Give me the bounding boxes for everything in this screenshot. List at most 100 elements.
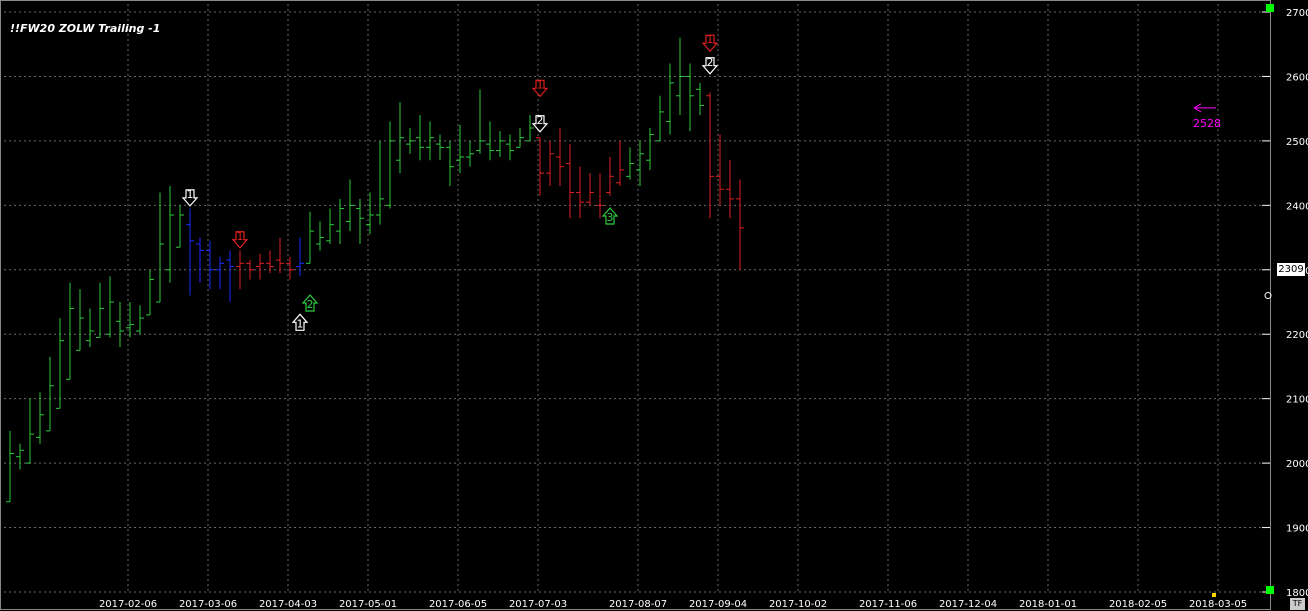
ohlc-bar [156,192,164,303]
y-tick-label: 2200 [1286,330,1308,341]
ohlc-bar [376,140,384,225]
sell-arrow-icon: 1 [181,188,199,207]
signal-number: 2 [307,298,314,311]
ohlc-bar [626,147,634,180]
sell-arrow-icon: 2 [701,56,719,75]
ohlc-bar [506,134,514,161]
ohlc-bar [26,398,34,464]
ohlc-bar [536,137,544,196]
ohlc-bar [526,115,534,142]
chart-title: !!FW20 ZOLW Trailing -1 [10,22,161,35]
sell-arrow-icon: 1 [531,78,549,98]
signal-number: 1 [187,188,194,201]
ohlc-bar [306,211,314,264]
ohlc-bar [236,250,244,290]
ohlc-bar [6,430,14,503]
ohlc-bar [266,250,274,273]
ohlc-bar [736,179,744,270]
price-chart[interactable]: 111212312 180019002000210022002300240025… [0,0,1308,611]
ohlc-bar [416,115,424,161]
ohlc-bar [716,134,724,206]
ohlc-bar [726,160,734,219]
ohlc-bar [426,121,434,161]
stop-level-label: 2528 [1193,117,1221,130]
plot-frame [0,0,1271,610]
trailing-stop-marker: 2528 [1193,103,1221,130]
ohlc-bar [286,256,294,280]
ohlc-bar [596,173,604,219]
ohlc-bar [606,157,614,196]
ohlc-bar [256,253,264,280]
ohlc-bar [476,89,484,154]
ohlc-bar [486,121,494,161]
signal-number: 2 [707,56,714,69]
ohlc-bar [196,237,204,283]
x-tick-label: 2018-02-05 [1109,599,1167,610]
grid-lines [4,4,1262,593]
x-tick-label: 2017-04-03 [259,599,317,610]
buy-arrow-icon: 2 [301,294,319,312]
signal-number: 1 [537,78,544,91]
x-tick-label: 2017-03-06 [179,599,237,610]
y-tick-label: 2500 [1286,137,1308,148]
ohlc-bar [366,192,374,235]
scroll-bottom-handle[interactable] [1266,586,1274,594]
ohlc-bar [446,140,454,186]
ohlc-bar [456,124,464,174]
ohlc-bar [146,269,154,316]
ohlc-bar [406,128,414,154]
ohlc-bar [66,282,74,380]
ohlc-bar [186,208,194,296]
ohlc-bar [346,179,354,232]
x-tick-label: 2018-01-01 [1019,599,1077,610]
chart-window: 111212312 180019002000210022002300240025… [0,0,1308,611]
ohlc-bar [176,205,184,248]
y-tick-label: 2100 [1286,395,1308,406]
ohlc-bar [166,186,174,283]
ohlc-bar [76,289,84,351]
y-tick-label: 2400 [1286,201,1308,212]
ohlc-bar [696,82,704,116]
x-tick-label: 2017-12-04 [939,599,997,610]
timeframe-button[interactable]: TF [1290,598,1305,610]
ohlc-bar [616,140,624,186]
buy-arrow-icon: 3 [601,207,619,225]
ohlc-bar [96,282,104,338]
ohlc-bar [106,276,114,338]
ohlc-bar [466,140,474,167]
x-tick-label: 2017-10-02 [769,599,827,610]
signal-number: 2 [537,114,544,127]
x-axis: 2017-02-06 2017-03-06 2017-04-03 2017-05-01… [99,599,1247,610]
scroll-top-handle[interactable] [1266,4,1274,12]
signal-number: 1 [237,230,244,243]
ohlc-bar [646,128,654,170]
x-tick-label: 2017-06-05 [429,599,487,610]
last-price-label: 2309 [1277,263,1305,276]
ohlc-bar [686,63,694,132]
ohlc-bar [386,121,394,209]
y-tick-label: 2700 [1286,8,1308,19]
x-tick-label: 2017-05-01 [339,599,397,610]
ohlc-bar [556,128,564,186]
ohlc-bar [116,302,124,348]
ohlc-bar [46,356,54,432]
ohlc-bar [586,173,594,206]
y-tick-label: 2600 [1286,72,1308,83]
x-tick-label: 2017-09-04 [689,599,747,610]
ohlc-bar [666,63,674,135]
x-tick-label: 2017-08-07 [609,599,667,610]
ohlc-bar [396,102,404,174]
signal-number: 1 [297,317,304,330]
ohlc-bar [136,305,144,335]
ohlc-bar [576,166,584,219]
y-tick-label: 1900 [1286,524,1308,535]
y-axis: 1800190020002100220023002400250026002700 [1262,8,1308,599]
ohlc-bar [546,140,554,186]
ohlc-bar [216,256,224,290]
ohlc-bar [496,131,504,157]
ohlc-bar [436,134,444,161]
x-tick-label: 2017-02-06 [99,599,157,610]
ohlc-bar [296,237,304,277]
signal-number: 1 [707,33,714,46]
buy-arrow-icon: 1 [291,313,309,331]
